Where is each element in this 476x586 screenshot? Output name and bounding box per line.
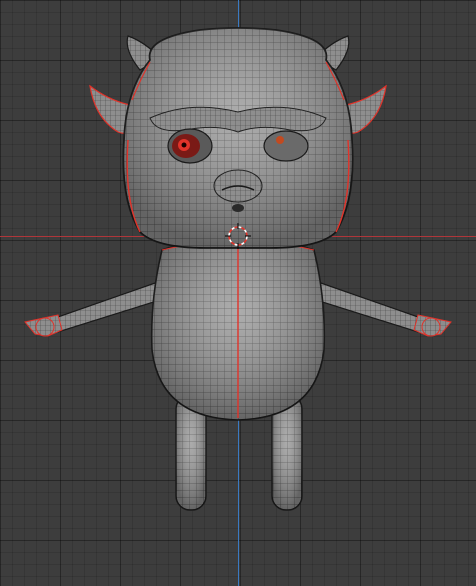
- right-arm[interactable]: [315, 281, 452, 337]
- left-eye: [167, 128, 213, 164]
- nose: [213, 169, 263, 203]
- head[interactable]: [122, 27, 354, 249]
- right-eye: [263, 130, 309, 162]
- character-mesh[interactable]: [0, 0, 476, 586]
- 3d-viewport[interactable]: [0, 0, 476, 586]
- left-arm[interactable]: [24, 281, 161, 337]
- mouth: [232, 204, 244, 212]
- torso[interactable]: [150, 238, 326, 421]
